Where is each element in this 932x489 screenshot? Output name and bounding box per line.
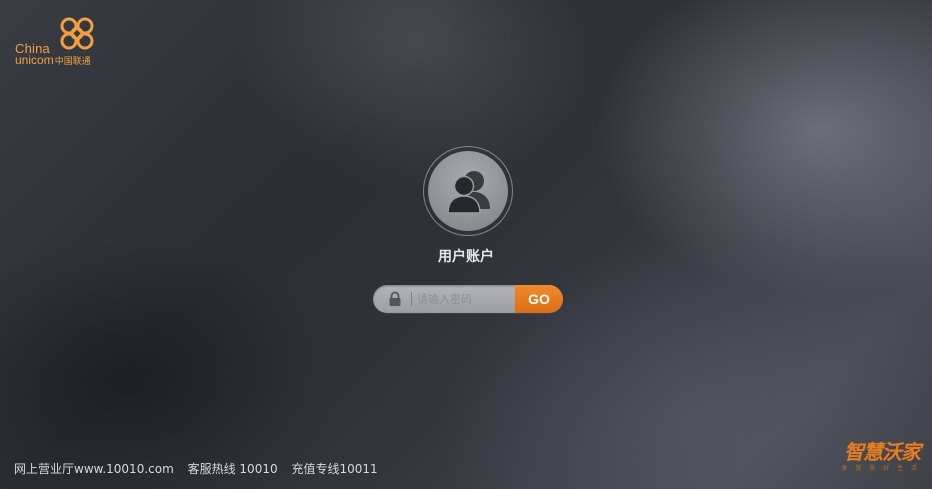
brand-slogan: 享 受 美 好 生 活 <box>841 465 920 472</box>
china-unicom-logo: China unicom中国联通 <box>14 14 104 68</box>
footer-recharge: 充值专线10011 <box>291 462 378 476</box>
logo-text-unicom-cn: 中国联通 <box>54 56 91 66</box>
password-input[interactable] <box>417 289 509 309</box>
login-bar: GO <box>373 285 563 313</box>
logo-text-unicom: unicom中国联通 <box>15 54 91 67</box>
go-button[interactable]: GO <box>515 285 563 313</box>
china-unicom-knot-icon <box>60 17 94 50</box>
avatar <box>428 151 508 231</box>
brand-logo: 智慧沃家 享 受 美 好 生 活 <box>836 440 921 480</box>
footer-website: 网上营业厅www.10010.com <box>14 462 174 476</box>
input-separator <box>411 292 412 306</box>
footer: 网上营业厅www.10010.com 客服热线 10010 充值专线10011 <box>14 461 388 477</box>
users-icon <box>447 171 490 214</box>
brand-name: 智慧沃家 <box>844 440 921 464</box>
logo-text-unicom-en: unicom <box>15 53 54 67</box>
account-title: 用户账户 <box>438 249 494 265</box>
lock-icon <box>389 291 401 306</box>
footer-hotline: 客服热线 10010 <box>187 462 278 476</box>
